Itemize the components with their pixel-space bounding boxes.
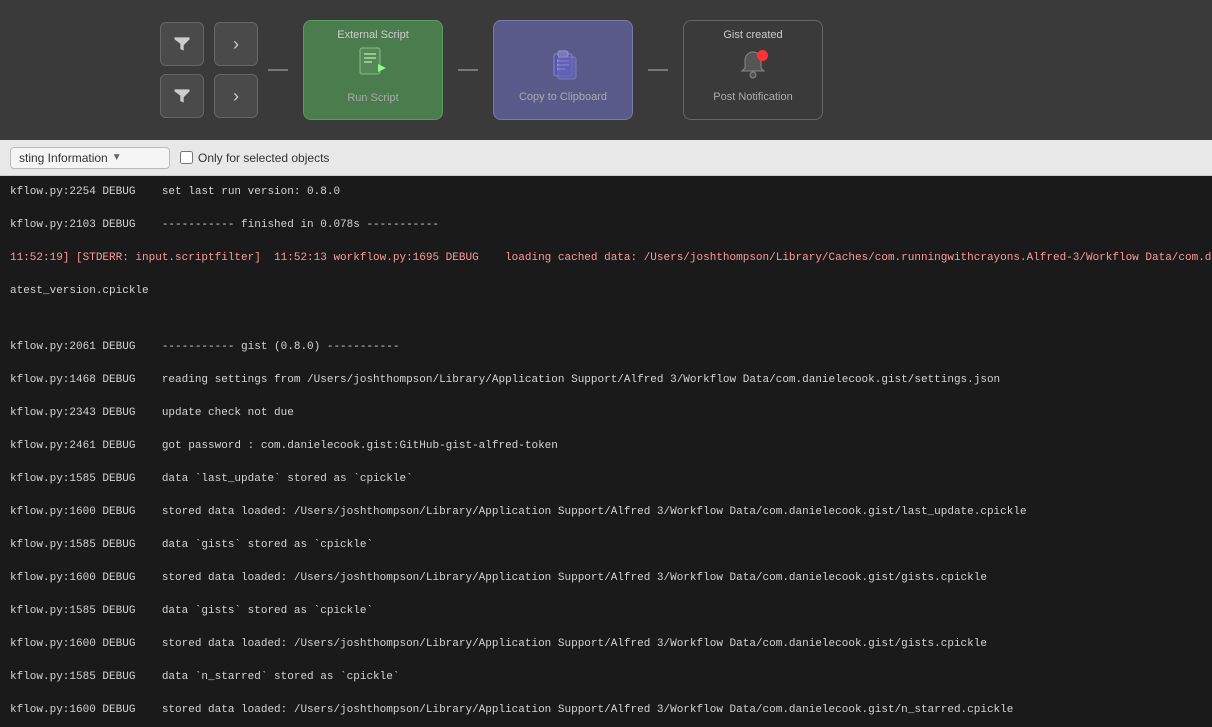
log-output[interactable]: kflow.py:2254 DEBUG set last run version… bbox=[0, 176, 1212, 727]
log-line bbox=[10, 316, 1202, 322]
log-line: kflow.py:1585 DEBUG data `last_update` s… bbox=[10, 471, 1202, 488]
log-line: kflow.py:1600 DEBUG stored data loaded: … bbox=[10, 636, 1202, 653]
workflow-canvas: › › External Script Run Script bbox=[0, 0, 1212, 140]
toolbar: sting Information ▼ Only for selected ob… bbox=[0, 140, 1212, 176]
log-line: kflow.py:2061 DEBUG ----------- gist (0.… bbox=[10, 339, 1202, 356]
arrow-node-2[interactable]: › bbox=[214, 74, 258, 118]
gist-node-title: Gist created bbox=[684, 29, 822, 41]
log-line: kflow.py:2461 DEBUG got password : com.d… bbox=[10, 438, 1202, 455]
arrow-node-1[interactable]: › bbox=[214, 22, 258, 66]
gist-node-label: Post Notification bbox=[713, 91, 792, 103]
script-node-icon bbox=[356, 46, 390, 88]
connector-1 bbox=[268, 69, 288, 71]
clipboard-icon bbox=[546, 48, 580, 87]
log-line: atest_version.cpickle bbox=[10, 283, 1202, 300]
clipboard-svg-icon bbox=[546, 48, 580, 82]
clipboard-node[interactable]: Copy to Clipboard bbox=[493, 20, 633, 120]
log-line: kflow.py:1585 DEBUG data `gists` stored … bbox=[10, 537, 1202, 554]
log-line: 11:52:19] [STDERR: input.scriptfilter] 1… bbox=[10, 250, 1202, 267]
filter-select[interactable]: sting Information ▼ bbox=[10, 147, 170, 169]
clipboard-node-inner: Copy to Clipboard bbox=[519, 48, 607, 103]
red-dot-indicator bbox=[757, 50, 768, 61]
clipboard-node-label: Copy to Clipboard bbox=[519, 91, 607, 103]
filter-group bbox=[160, 22, 204, 118]
log-line: kflow.py:2343 DEBUG update check not due bbox=[10, 405, 1202, 422]
connector-2 bbox=[458, 69, 478, 71]
log-line: kflow.py:1468 DEBUG reading settings fro… bbox=[10, 372, 1202, 389]
workflow-nodes: › › External Script Run Script bbox=[20, 0, 838, 140]
connector-3 bbox=[648, 69, 668, 71]
checkbox-label-text: Only for selected objects bbox=[198, 151, 329, 165]
log-line: kflow.py:1600 DEBUG stored data loaded: … bbox=[10, 504, 1202, 521]
chevron-down-icon: ▼ bbox=[112, 152, 122, 163]
gist-node-inner: Post Notification bbox=[713, 48, 792, 103]
gist-notification-icon bbox=[736, 48, 770, 87]
script-node-title: External Script bbox=[304, 29, 442, 41]
log-line: kflow.py:1585 DEBUG data `n_starred` sto… bbox=[10, 669, 1202, 686]
run-script-icon bbox=[356, 46, 390, 80]
gist-node[interactable]: Gist created Post Notification bbox=[683, 20, 823, 120]
external-script-node[interactable]: External Script Run Script bbox=[303, 20, 443, 120]
log-line: kflow.py:2254 DEBUG set last run version… bbox=[10, 184, 1202, 201]
filter-icon-2 bbox=[172, 86, 192, 106]
filter-node-1[interactable] bbox=[160, 22, 204, 66]
script-node-label: Run Script bbox=[347, 92, 398, 104]
filter-select-label: sting Information bbox=[19, 151, 108, 165]
log-line: kflow.py:1585 DEBUG data `gists` stored … bbox=[10, 603, 1202, 620]
filter-node-2[interactable] bbox=[160, 74, 204, 118]
log-line: kflow.py:1600 DEBUG stored data loaded: … bbox=[10, 570, 1202, 587]
script-node-inner: Run Script bbox=[347, 46, 398, 104]
filter-icon-1 bbox=[172, 34, 192, 54]
selected-objects-checkbox-label[interactable]: Only for selected objects bbox=[180, 151, 329, 165]
arrow-group: › › bbox=[214, 22, 258, 118]
log-line: kflow.py:1600 DEBUG stored data loaded: … bbox=[10, 702, 1202, 719]
selected-objects-checkbox[interactable] bbox=[180, 151, 193, 164]
log-line: kflow.py:2103 DEBUG ----------- finished… bbox=[10, 217, 1202, 234]
